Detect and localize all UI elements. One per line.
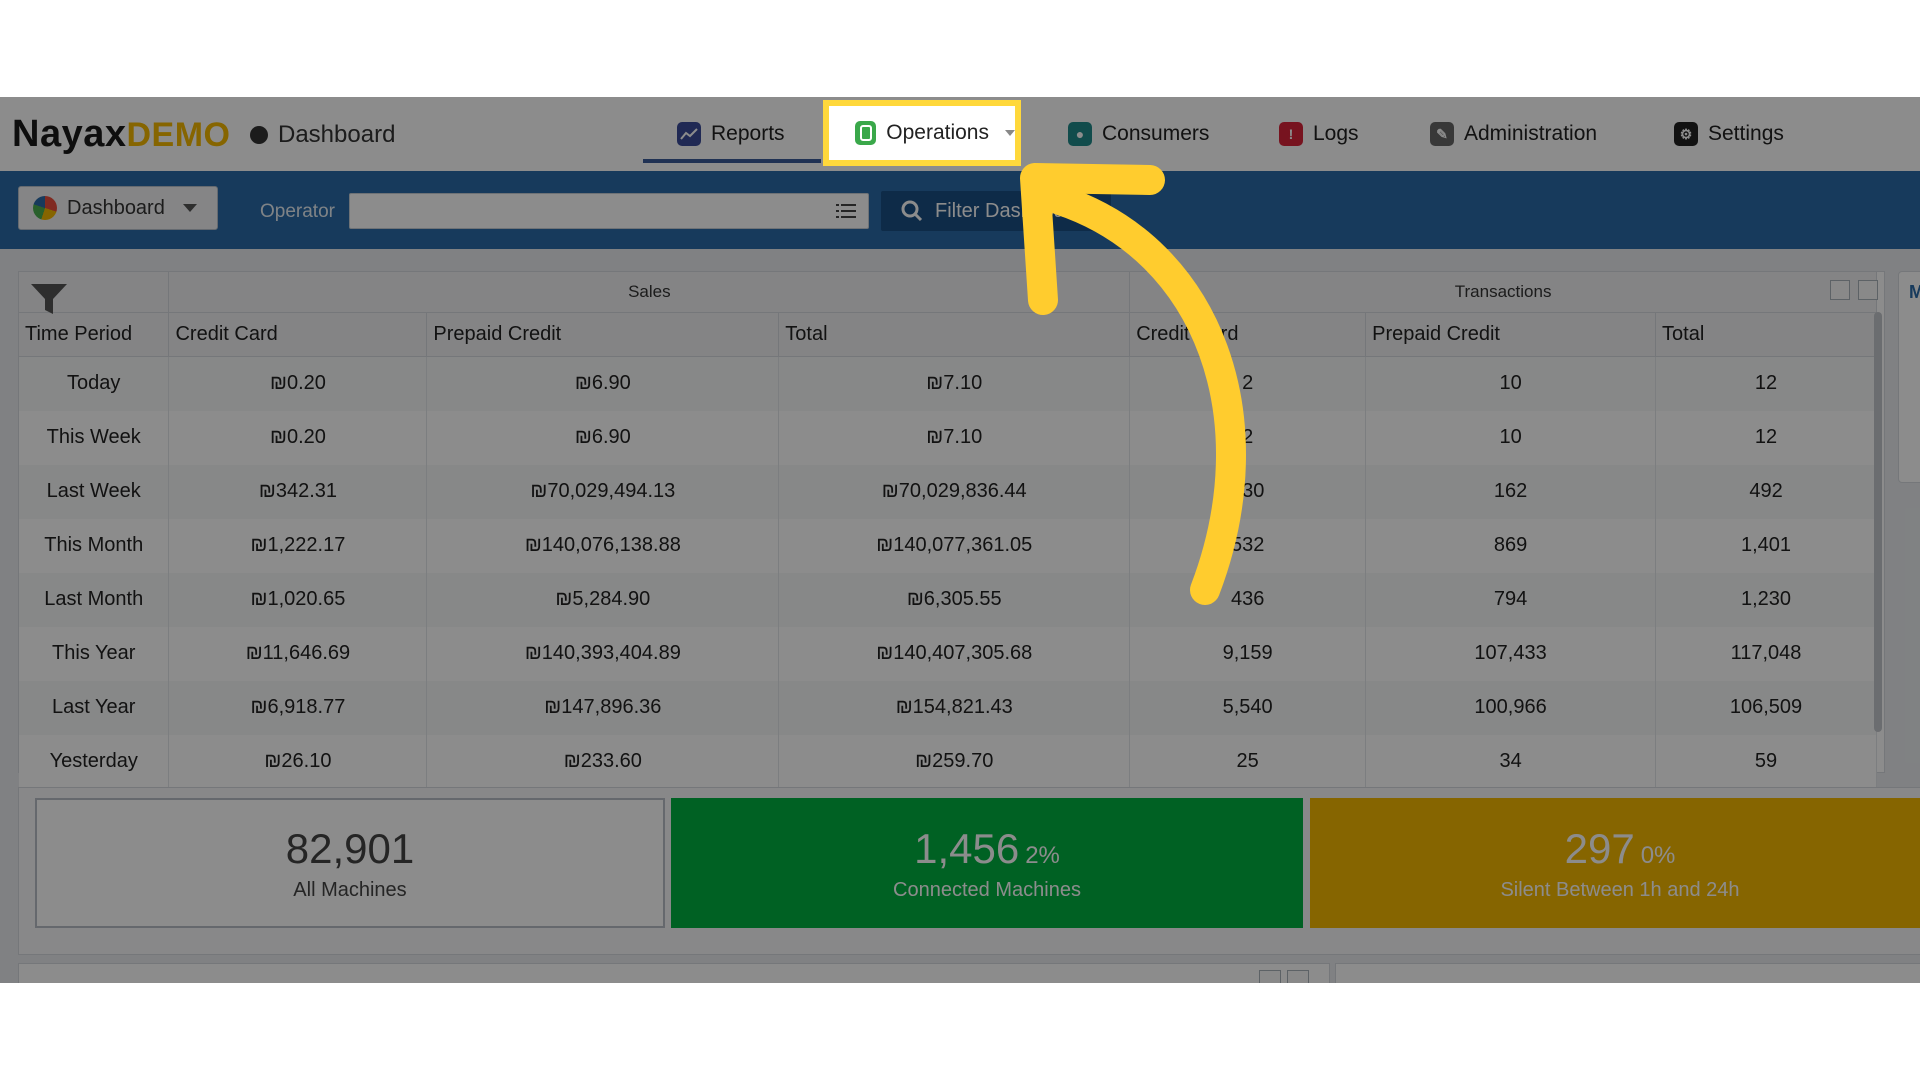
arrow-annotation bbox=[1020, 163, 1246, 605]
